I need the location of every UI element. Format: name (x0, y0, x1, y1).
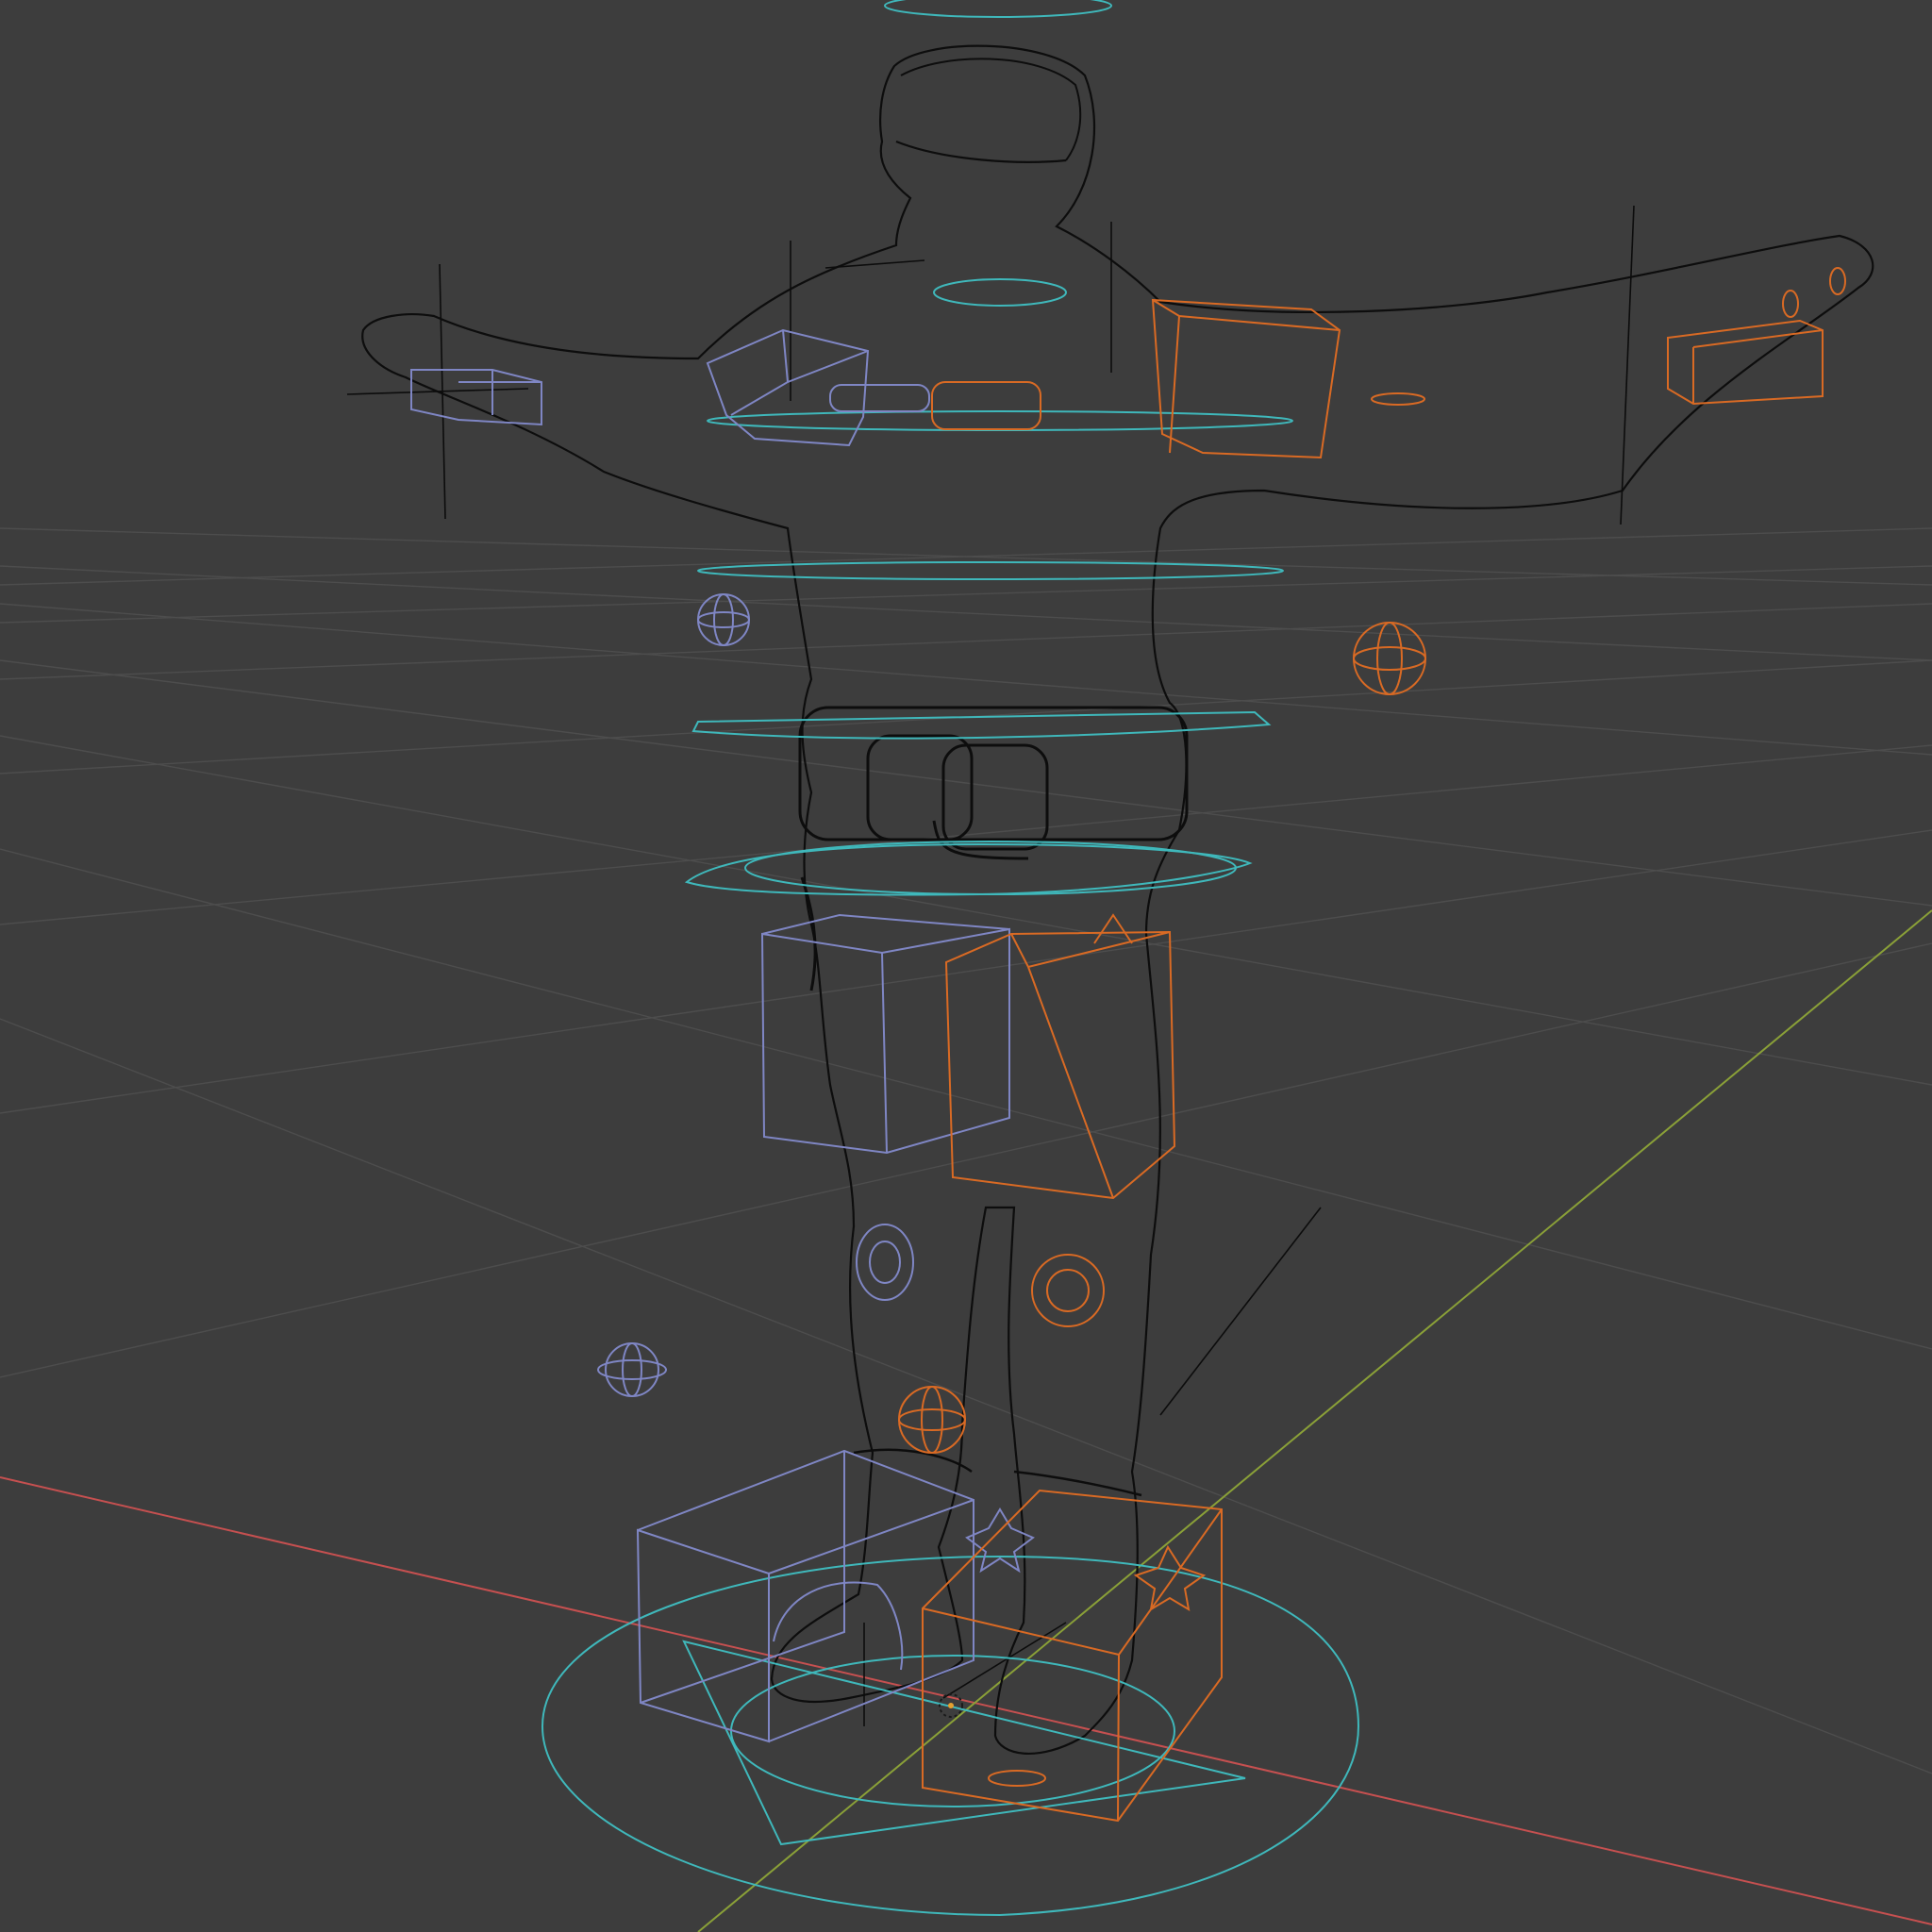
bone-lines (346, 205, 1635, 1726)
y-axis-line (697, 909, 1932, 1932)
x-axis-line (0, 1476, 1932, 1925)
right-heel-circle[interactable] (988, 1770, 1046, 1787)
right-knee-ring[interactable] (1031, 1254, 1105, 1327)
left-knee-gimbal[interactable] (597, 1342, 667, 1397)
right-forearm-ring[interactable] (931, 381, 1041, 430)
head-ring[interactable] (884, 0, 1112, 18)
viewport-canvas[interactable] (0, 0, 1932, 1932)
right-controls[interactable] (898, 267, 1846, 1823)
chest-ring[interactable] (707, 410, 1293, 431)
character-mesh[interactable] (361, 44, 1874, 1756)
right-knee-gimbal[interactable] (898, 1386, 966, 1454)
right-wrist-ring[interactable] (1371, 392, 1425, 406)
right-finger-ring[interactable] (1829, 267, 1846, 295)
right-thigh-box[interactable] (944, 930, 1176, 1200)
spine-ring[interactable] (697, 561, 1284, 580)
left-knee-ring[interactable] (856, 1224, 914, 1301)
left-heel-circle[interactable] (773, 1581, 904, 1671)
left-hand-box[interactable] (410, 369, 542, 426)
center-controls[interactable] (541, 0, 1360, 1917)
body-silhouette[interactable] (361, 44, 1874, 1756)
left-forearm-ring[interactable] (829, 384, 930, 412)
right-toe-pivot[interactable] (1133, 1544, 1207, 1611)
right-thumb-ring[interactable] (1782, 290, 1799, 318)
neck-ring[interactable] (933, 278, 1067, 307)
root-inner-circle[interactable] (730, 1655, 1175, 1807)
root-circle[interactable] (541, 1555, 1360, 1917)
right-upper-arm-box[interactable] (1151, 298, 1341, 459)
3d-viewport[interactable] (0, 0, 1932, 1932)
right-hand-box[interactable] (1667, 319, 1824, 406)
